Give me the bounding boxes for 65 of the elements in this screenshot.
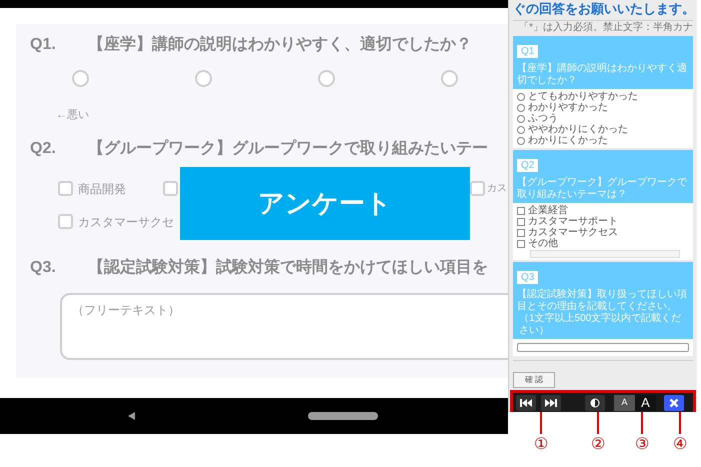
question-number: Q1. <box>30 35 57 55</box>
question-title: 【グループワーク】グループワークで取り組みたいテー <box>88 138 488 158</box>
checkbox[interactable] <box>517 218 525 226</box>
previous-button[interactable] <box>516 395 536 411</box>
question-note: （1文字以上500文字以内で記載ください） <box>518 313 682 337</box>
question-title: 【認定試験対策】試験対策で時間をかけてほしい項目を <box>88 257 488 278</box>
option-label: 企業経営 <box>528 205 568 216</box>
question-badge: Q2 <box>517 159 538 172</box>
option-label: ふつう <box>528 113 558 124</box>
scale-label: ←悪い <box>56 108 90 123</box>
required-note: 「*」は入力必須。禁止文字：半角カナ <box>518 21 693 34</box>
option-label: わかりにくかった <box>528 135 608 146</box>
option-label: カスタマーサクセス <box>528 227 618 238</box>
checkbox[interactable] <box>517 240 525 248</box>
radio-button[interactable] <box>517 136 525 144</box>
checkbox[interactable] <box>517 206 525 214</box>
back-icon[interactable] <box>128 412 135 420</box>
radio-button[interactable] <box>517 92 525 100</box>
option-label: カスタマーサポート <box>528 216 618 227</box>
radio-button[interactable] <box>318 70 335 87</box>
confirm-button[interactable]: 確 認 <box>513 372 555 388</box>
radio-button[interactable] <box>195 70 212 87</box>
close-icon <box>669 398 679 408</box>
skip-forward-icon <box>545 399 557 407</box>
question-number: Q3. <box>30 258 57 278</box>
callout-number: ③ <box>635 436 649 454</box>
option-label: その他 <box>528 238 558 249</box>
callout-number: ① <box>534 436 548 454</box>
question-number: Q2. <box>30 138 57 158</box>
font-size-button[interactable]: A <box>635 395 656 411</box>
option-label: とてもわかりやすかった <box>528 91 638 102</box>
checkbox[interactable] <box>58 214 73 229</box>
checkbox-label: 商品開発 <box>78 180 126 198</box>
skip-back-icon <box>520 399 532 407</box>
radio-button[interactable] <box>441 70 458 87</box>
radio-button[interactable] <box>517 114 525 122</box>
font-size-button[interactable]: A <box>614 395 635 411</box>
callout-number: ④ <box>673 436 687 454</box>
close-button[interactable] <box>664 395 684 411</box>
option-label: ややわかりにくかった <box>528 124 628 135</box>
checkbox-label: カス <box>487 182 507 196</box>
radio-button[interactable] <box>517 104 525 112</box>
contrast-button[interactable] <box>585 395 605 411</box>
checkbox[interactable] <box>163 181 178 196</box>
form-heading: ぐの回答をお願いいたします。 <box>513 0 693 21</box>
banner-title: アンケート <box>258 187 392 220</box>
radio-button[interactable] <box>72 70 89 87</box>
checkbox[interactable] <box>58 181 73 196</box>
next-button[interactable] <box>541 395 561 411</box>
text-field[interactable] <box>530 250 680 258</box>
callout-number: ② <box>591 436 605 454</box>
question-badge: Q3 <box>517 271 538 284</box>
input-field[interactable] <box>517 343 689 352</box>
radio-button[interactable] <box>517 126 525 134</box>
checkbox-label: カスタマーサクセ <box>78 214 174 230</box>
checkbox[interactable] <box>470 181 485 196</box>
question-title: 【座学】講師の説明はわかりやすく、適切でしたか？ <box>88 34 472 55</box>
option-label: わかりやすかった <box>528 102 608 113</box>
half-circle-icon <box>590 398 600 408</box>
question-title: 【座学】講師の説明はわかりやすく適切でしたか？ <box>517 63 688 87</box>
question-title: 【グループワーク】グループワークで取り組みたいテーマは？ <box>517 177 688 201</box>
home-handle[interactable] <box>308 412 378 420</box>
question-badge: Q1 <box>517 45 538 58</box>
question-title: 【認定試験対策】取り扱ってほしい項目とその理由を記載してください。 <box>517 289 688 312</box>
checkbox[interactable] <box>517 228 525 236</box>
